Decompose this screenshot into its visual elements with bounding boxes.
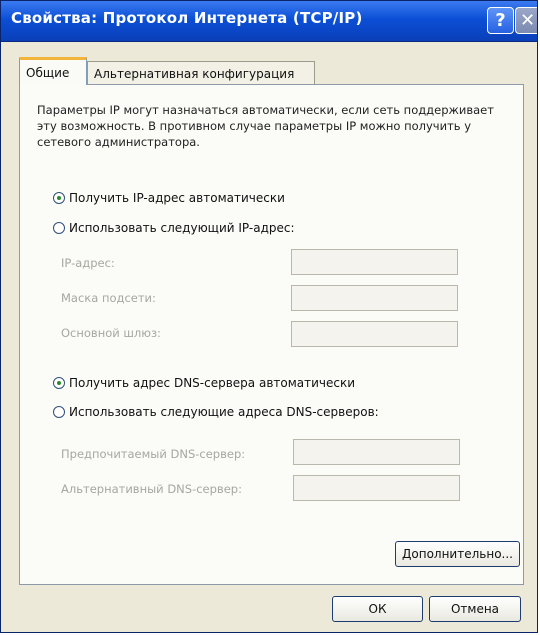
ip-auto-radio[interactable]: Получить IP-адрес автоматически xyxy=(53,191,285,205)
dns-manual-radio[interactable]: Использовать следующие адреса DNS-сервер… xyxy=(53,405,379,419)
alternate-dns-field[interactable] xyxy=(293,475,460,501)
ok-button[interactable]: ОК xyxy=(332,596,423,622)
subnet-mask-label: Маска подсети: xyxy=(61,291,156,305)
tab-alternate-configuration[interactable]: Альтернативная конфигурация xyxy=(87,61,315,85)
properties-dialog: Свойства: Протокол Интернета (TCP/IP) ? … xyxy=(0,0,538,633)
title-bar[interactable]: Свойства: Протокол Интернета (TCP/IP) ? … xyxy=(1,1,537,42)
dns-manual-label: Использовать следующие адреса DNS-сервер… xyxy=(69,405,379,419)
radio-unchecked-icon xyxy=(53,222,65,234)
advanced-button[interactable]: Дополнительно... xyxy=(395,541,520,567)
preferred-dns-field[interactable] xyxy=(293,439,460,465)
alternate-dns-label: Альтернативный DNS-сервер: xyxy=(61,482,242,496)
cancel-button[interactable]: Отмена xyxy=(429,596,521,622)
dns-auto-radio[interactable]: Получить адрес DNS-сервера автоматически xyxy=(53,376,355,390)
ip-manual-radio[interactable]: Использовать следующий IP-адрес: xyxy=(53,221,295,235)
tab-alternate-configuration-label: Альтернативная конфигурация xyxy=(94,66,295,81)
dns-auto-label: Получить адрес DNS-сервера автоматически xyxy=(69,376,356,390)
radio-checked-icon xyxy=(53,377,65,389)
subnet-mask-field[interactable] xyxy=(291,285,458,311)
default-gateway-label: Основной шлюз: xyxy=(61,326,161,340)
tab-general-label: Общие xyxy=(26,65,70,80)
tab-general[interactable]: Общие xyxy=(19,57,87,85)
ip-address-field[interactable] xyxy=(291,249,458,275)
description-text: Параметры IP могут назначаться автоматич… xyxy=(37,103,494,149)
ip-auto-label: Получить IP-адрес автоматически xyxy=(69,191,285,205)
window-title: Свойства: Протокол Интернета (TCP/IP) xyxy=(11,9,363,27)
preferred-dns-label: Предпочитаемый DNS-сервер: xyxy=(61,447,246,461)
question-mark-icon[interactable]: ? xyxy=(487,7,514,34)
default-gateway-field[interactable] xyxy=(291,321,458,347)
radio-checked-icon xyxy=(53,192,65,204)
ip-manual-label: Использовать следующий IP-адрес: xyxy=(69,221,295,235)
ip-address-label: IP-адрес: xyxy=(61,256,115,270)
close-icon[interactable]: ✕ xyxy=(515,7,537,34)
radio-unchecked-icon xyxy=(53,406,65,418)
